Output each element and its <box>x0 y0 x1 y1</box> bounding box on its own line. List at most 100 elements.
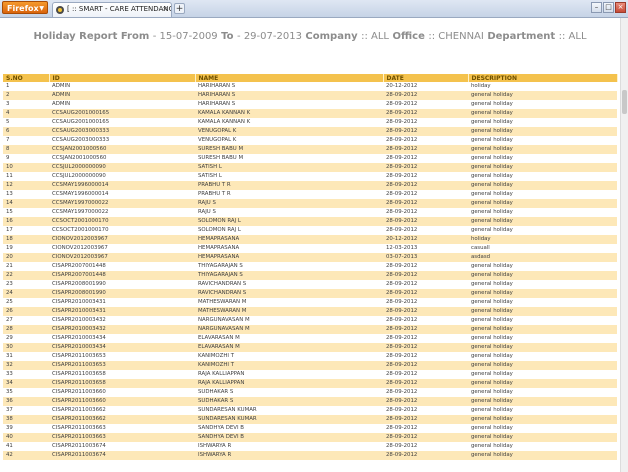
cell-description: general holiday <box>468 379 617 388</box>
cell-sno: 1 <box>3 82 49 91</box>
cell-date: 28-09-2012 <box>383 406 468 415</box>
cell-sno: 32 <box>3 361 49 370</box>
firefox-menu-button[interactable]: Firefox ▼ <box>2 1 48 14</box>
table-row: 34 CISAPR2011003658 RAJA KALLIAPPAN 28-09-2… <box>3 379 617 388</box>
cell-description: general holiday <box>468 343 617 352</box>
cell-id: CISAPR2011003662 <box>49 406 195 415</box>
cell-description: general holiday <box>468 199 617 208</box>
cell-name: SATISH L <box>195 172 383 181</box>
vertical-scrollbar[interactable] <box>620 18 628 472</box>
cell-date: 28-09-2012 <box>383 145 468 154</box>
cell-sno: 14 <box>3 199 49 208</box>
cell-date: 28-09-2012 <box>383 154 468 163</box>
cell-sno: 39 <box>3 424 49 433</box>
cell-id: CISAPR2007001448 <box>49 271 195 280</box>
cell-description: general holiday <box>468 145 617 154</box>
office-value: CHENNAI <box>438 31 484 42</box>
table-row: 41 CISAPR2011003674 ISHWARYA R 28-09-2012 ge… <box>3 442 617 451</box>
column-header-name[interactable]: NAME <box>195 74 384 82</box>
table-row: 20 CIONOV2012003967 HEMAPRASANA 03-07-2013 a… <box>3 253 617 262</box>
table-row: 15 CCSMAY1997000022 RAJU S 28-09-2012 genera… <box>3 208 617 217</box>
cell-sno: 41 <box>3 442 49 451</box>
cell-date: 12-03-2013 <box>383 244 468 253</box>
cell-sno: 22 <box>3 271 49 280</box>
scrollbar-thumb[interactable] <box>622 90 627 114</box>
cell-sno: 6 <box>3 127 49 136</box>
cell-id: CCSJAN2001000560 <box>49 145 195 154</box>
cell-name: ELAVARASAN M <box>195 334 383 343</box>
cell-name: SURESH BABU M <box>195 145 383 154</box>
cell-name: NARGUNAVASAN M <box>195 316 383 325</box>
cell-name: RAJA KALLIAPPAN <box>195 370 383 379</box>
cell-description: holiday <box>468 235 617 244</box>
cell-date: 28-09-2012 <box>383 190 468 199</box>
department-value: ALL <box>568 31 587 42</box>
cell-id: CISAPR2010003431 <box>49 298 195 307</box>
table-row: 19 CIONOV2012003967 HEMAPRASANA 12-03-2013 c… <box>3 244 617 253</box>
cell-id: ADMIN <box>49 100 195 109</box>
cell-id: CCSJAN2001000560 <box>49 154 195 163</box>
cell-name: KAMALA KANNAN K <box>195 109 383 118</box>
cell-date: 28-09-2012 <box>383 298 468 307</box>
cell-sno: 15 <box>3 208 49 217</box>
window-close-icon[interactable]: × <box>615 2 626 13</box>
cell-description: general holiday <box>468 271 617 280</box>
column-header-date[interactable]: DATE <box>383 74 469 82</box>
cell-name: RAJU S <box>195 199 383 208</box>
chevron-down-icon: ▼ <box>39 5 44 12</box>
table-row: 29 CISAPR2010003434 ELAVARASAN M 28-09-2012… <box>3 334 617 343</box>
table-row: 36 CISAPR2011003660 SUDHAKAR S 28-09-2012 ge… <box>3 397 617 406</box>
cell-sno: 19 <box>3 244 49 253</box>
cell-description: general holiday <box>468 262 617 271</box>
cell-name: SUNDARESAN KUMAR <box>195 406 383 415</box>
cell-date: 28-09-2012 <box>383 280 468 289</box>
cell-id: CISAPR2007001448 <box>49 262 195 271</box>
cell-description: general holiday <box>468 190 617 199</box>
table-row: 25 CISAPR2010003431 MATHESWARAN M 28-09-201… <box>3 298 617 307</box>
cell-name: SATISH L <box>195 163 383 172</box>
cell-sno: 13 <box>3 190 49 199</box>
cell-id: CCSOCT2001000170 <box>49 226 195 235</box>
cell-sno: 35 <box>3 388 49 397</box>
cell-name: PRABHU T R <box>195 181 383 190</box>
minimize-icon[interactable]: – <box>591 2 602 13</box>
cell-name: RAVICHANDRAN S <box>195 280 383 289</box>
column-header-sno[interactable]: S.NO <box>3 74 50 82</box>
cell-sno: 18 <box>3 235 49 244</box>
cell-name: HARIHARAN S <box>195 82 383 91</box>
cell-id: CISAPR2011003660 <box>49 388 195 397</box>
cell-date: 28-09-2012 <box>383 316 468 325</box>
cell-name: NARGUNAVASAN M <box>195 325 383 334</box>
to-date: 29-07-2013 <box>243 31 302 42</box>
table-row: 1 ADMIN HARIHARAN S 20-12-2012 holiday <box>3 82 617 91</box>
cell-description: general holiday <box>468 388 617 397</box>
cell-description: holiday <box>468 82 617 91</box>
cell-description: general holiday <box>468 208 617 217</box>
cell-name: RAJA KALLIAPPAN <box>195 379 383 388</box>
cell-description: general holiday <box>468 415 617 424</box>
column-header-description[interactable]: DESCRIPTION <box>468 74 618 82</box>
browser-tab[interactable]: [ :: SMART - CARE ATTENDANCE :: ] × <box>52 2 172 17</box>
cell-name: PRABHU T R <box>195 190 383 199</box>
cell-id: CISAPR2011003658 <box>49 379 195 388</box>
cell-description: general holiday <box>468 100 617 109</box>
cell-id: CCSMAY1996000014 <box>49 190 195 199</box>
cell-sno: 7 <box>3 136 49 145</box>
table-row: 35 CISAPR2011003660 SUDHAKAR S 28-09-2012 ge… <box>3 388 617 397</box>
cell-id: CISAPR2011003653 <box>49 352 195 361</box>
column-header-id[interactable]: ID <box>49 74 196 82</box>
new-tab-button[interactable]: + <box>174 3 185 14</box>
cell-id: CISAPR2008001990 <box>49 280 195 289</box>
close-tab-icon[interactable]: × <box>162 3 168 16</box>
table-row: 30 CISAPR2010003434 ELAVARASAN M 28-09-2012… <box>3 343 617 352</box>
maximize-icon[interactable]: □ <box>603 2 614 13</box>
cell-date: 28-09-2012 <box>383 289 468 298</box>
cell-name: SOLOMON RAJ L <box>195 226 383 235</box>
table-row: 42 CISAPR2011003674 ISHWARYA R 28-09-2012 ge… <box>3 451 617 460</box>
cell-description: general holiday <box>468 451 617 460</box>
table-header-row: S.NO ID NAME DATE DESCRIPTION <box>3 74 618 82</box>
cell-date: 28-09-2012 <box>383 181 468 190</box>
cell-sno: 30 <box>3 343 49 352</box>
cell-id: CCSAUG2001000165 <box>49 118 195 127</box>
cell-id: CCSMAY1997000022 <box>49 199 195 208</box>
